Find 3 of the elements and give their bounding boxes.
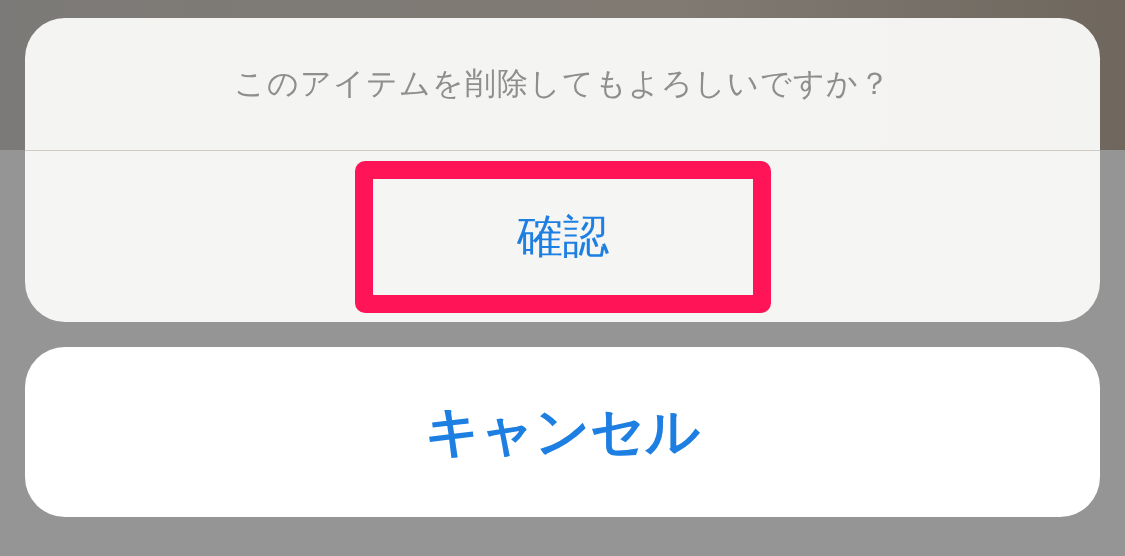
confirm-button[interactable]: 確認 — [354, 160, 771, 313]
sheet-message: このアイテムを削除してもよろしいですか？ — [25, 18, 1100, 151]
cancel-button[interactable]: キャンセル — [25, 347, 1100, 517]
